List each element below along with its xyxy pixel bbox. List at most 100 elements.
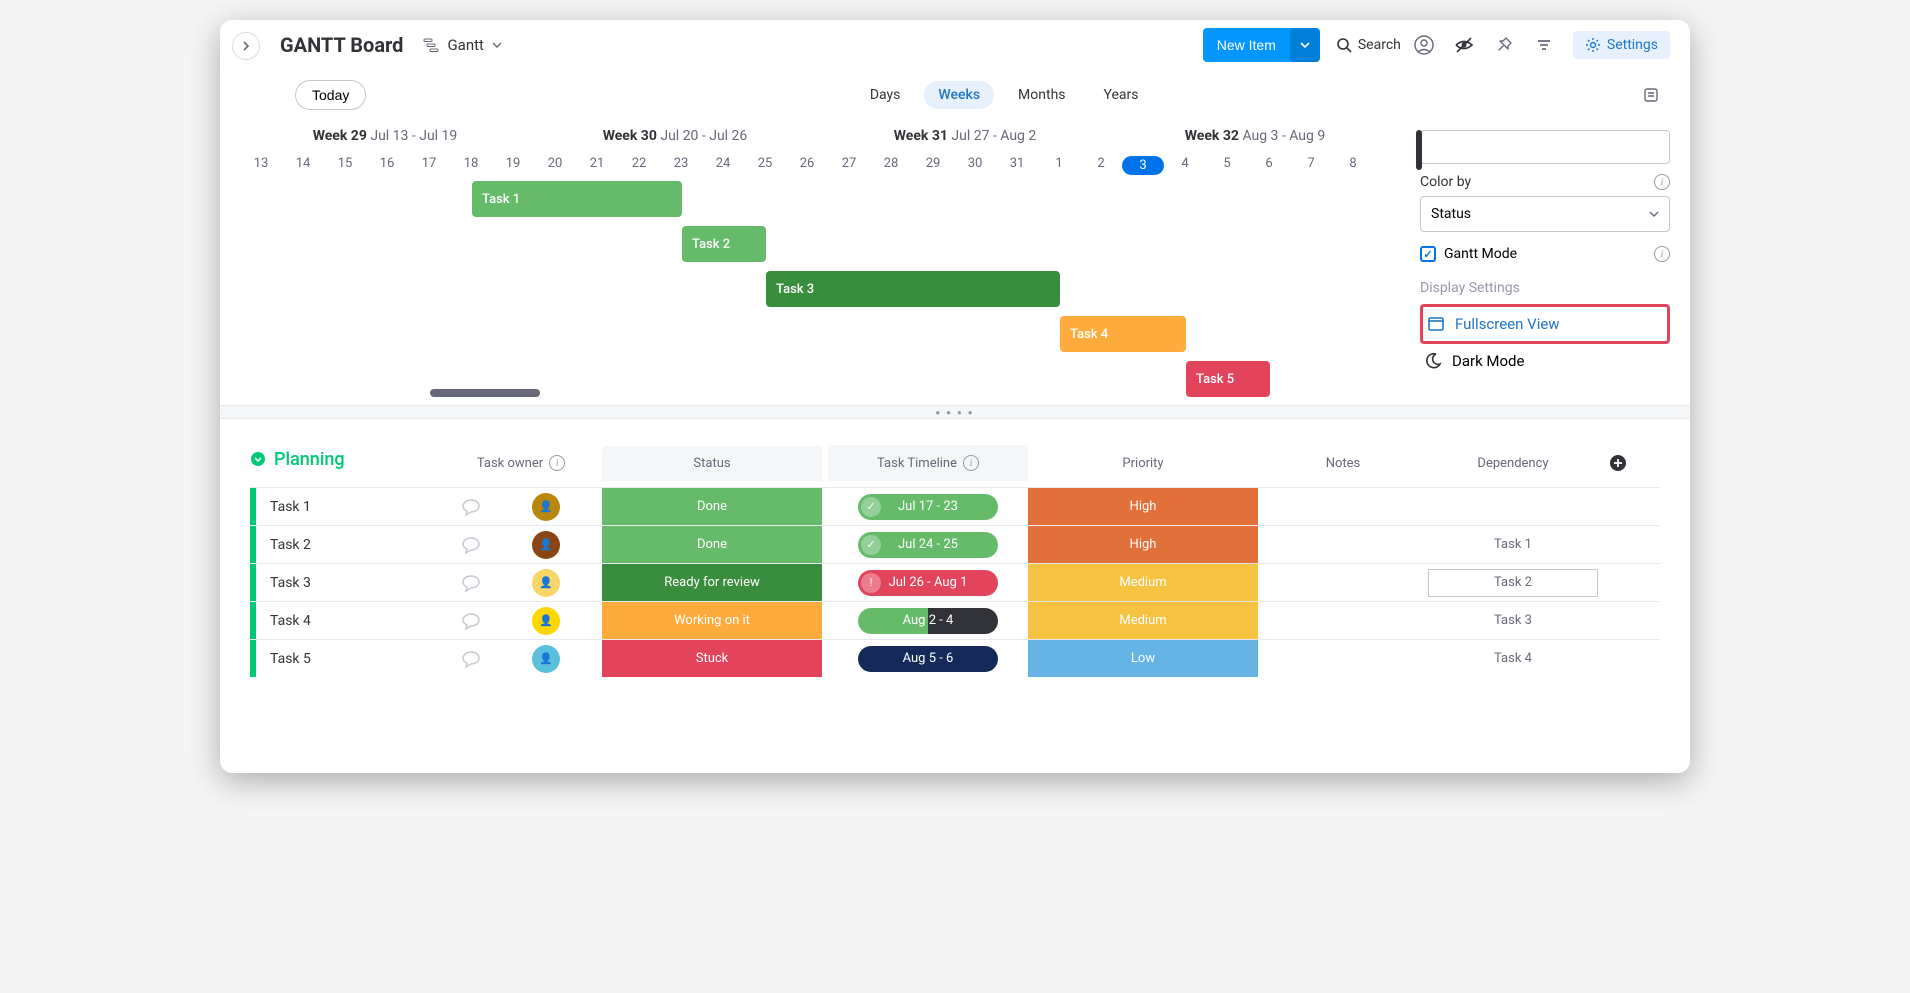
- comment-button[interactable]: [446, 572, 496, 594]
- status-cell[interactable]: Done: [602, 488, 822, 525]
- day-cell[interactable]: 4: [1164, 156, 1206, 175]
- col-timeline[interactable]: Task Timelinei: [828, 445, 1028, 481]
- col-status[interactable]: Status: [602, 446, 822, 481]
- dependency-cell[interactable]: Task 4: [1428, 651, 1598, 666]
- task-name[interactable]: Task 5: [256, 651, 446, 667]
- task-name[interactable]: Task 4: [256, 613, 446, 629]
- view-switcher[interactable]: Gantt: [423, 36, 501, 54]
- task-name[interactable]: Task 2: [256, 537, 446, 553]
- timeline-pill[interactable]: ✓Jul 24 - 25: [858, 532, 998, 558]
- horizontal-scrollbar[interactable]: [430, 389, 540, 397]
- owner-cell[interactable]: 👤: [496, 569, 596, 597]
- new-item-button[interactable]: New Item: [1203, 28, 1320, 62]
- expand-button[interactable]: [232, 32, 260, 60]
- task-name[interactable]: Task 1: [256, 499, 446, 515]
- owner-cell[interactable]: 👤: [496, 607, 596, 635]
- fullscreen-option[interactable]: Fullscreen View: [1420, 304, 1670, 344]
- owner-cell[interactable]: 👤: [496, 531, 596, 559]
- scale-tab-days[interactable]: Days: [856, 81, 915, 109]
- priority-cell[interactable]: Low: [1028, 640, 1258, 677]
- status-cell[interactable]: Stuck: [602, 640, 822, 677]
- timeline-cell[interactable]: ✓Jul 17 - 23: [828, 494, 1028, 520]
- today-button[interactable]: Today: [295, 80, 366, 110]
- owner-cell[interactable]: 👤: [496, 645, 596, 673]
- timeline-pill[interactable]: !Jul 26 - Aug 1: [858, 570, 998, 596]
- dark-mode-option[interactable]: Dark Mode: [1420, 344, 1670, 378]
- comment-button[interactable]: [446, 534, 496, 556]
- scale-tab-weeks[interactable]: Weeks: [924, 81, 994, 109]
- day-cell[interactable]: 24: [702, 156, 744, 175]
- day-cell[interactable]: 20: [534, 156, 576, 175]
- day-cell[interactable]: 17: [408, 156, 450, 175]
- day-cell[interactable]: 2: [1080, 156, 1122, 175]
- day-cell[interactable]: 16: [366, 156, 408, 175]
- col-owner[interactable]: Task owneri: [446, 455, 596, 471]
- gantt-bar[interactable]: Task 1: [472, 181, 682, 217]
- export-button[interactable]: [1642, 86, 1660, 104]
- timeline-cell[interactable]: !Jul 26 - Aug 1: [828, 570, 1028, 596]
- priority-cell[interactable]: High: [1028, 526, 1258, 563]
- timeline-pill[interactable]: Aug 5 - 6: [858, 646, 998, 672]
- priority-cell[interactable]: Medium: [1028, 602, 1258, 639]
- col-notes[interactable]: Notes: [1258, 456, 1428, 471]
- gantt-bar[interactable]: Task 3: [766, 271, 1060, 307]
- user-button[interactable]: [1407, 28, 1441, 62]
- search-button[interactable]: Search: [1336, 37, 1401, 53]
- day-cell[interactable]: 18: [450, 156, 492, 175]
- scale-tab-years[interactable]: Years: [1090, 81, 1153, 109]
- priority-cell[interactable]: High: [1028, 488, 1258, 525]
- day-cell[interactable]: 28: [870, 156, 912, 175]
- col-dependency[interactable]: Dependency: [1428, 456, 1598, 471]
- filter-button[interactable]: [1527, 28, 1561, 62]
- day-cell[interactable]: 27: [828, 156, 870, 175]
- splitter-handle[interactable]: ● ● ● ●: [220, 405, 1690, 419]
- table-row[interactable]: Task 2 👤Done ✓Jul 24 - 25 High Task 1: [250, 525, 1660, 563]
- scale-tab-months[interactable]: Months: [1004, 81, 1079, 109]
- day-cell[interactable]: 13: [240, 156, 282, 175]
- priority-cell[interactable]: Medium: [1028, 564, 1258, 601]
- status-cell[interactable]: Ready for review: [602, 564, 822, 601]
- day-cell[interactable]: 8: [1332, 156, 1374, 175]
- gantt-rows[interactable]: Task 1Task 2Task 3Task 4Task 5: [220, 175, 1420, 405]
- comment-button[interactable]: [446, 610, 496, 632]
- day-cell[interactable]: 25: [744, 156, 786, 175]
- new-item-dropdown[interactable]: [1290, 28, 1320, 62]
- gantt-bar[interactable]: Task 4: [1060, 316, 1186, 352]
- status-cell[interactable]: Done: [602, 526, 822, 563]
- task-name[interactable]: Task 3: [256, 575, 446, 591]
- comment-button[interactable]: [446, 648, 496, 670]
- gantt-bar[interactable]: Task 5: [1186, 361, 1270, 397]
- day-cell[interactable]: 15: [324, 156, 366, 175]
- day-cell[interactable]: 21: [576, 156, 618, 175]
- gantt-mode-toggle[interactable]: ✓ Gantt Mode i: [1420, 246, 1670, 262]
- add-column-button[interactable]: [1598, 454, 1638, 472]
- day-cell[interactable]: 30: [954, 156, 996, 175]
- dependency-cell[interactable]: Task 1: [1428, 537, 1598, 552]
- day-cell[interactable]: 23: [660, 156, 702, 175]
- table-row[interactable]: Task 1👤Done✓Jul 17 - 23High: [250, 487, 1660, 525]
- info-icon[interactable]: i: [1654, 246, 1670, 262]
- timeline-cell[interactable]: Aug 2 - 4: [828, 608, 1028, 634]
- table-row[interactable]: Task 4 👤Working on it Aug 2 - 4 Medium Task …: [250, 601, 1660, 639]
- day-cell[interactable]: 5: [1206, 156, 1248, 175]
- timeline-cell[interactable]: ✓Jul 24 - 25: [828, 532, 1028, 558]
- day-cell[interactable]: 26: [786, 156, 828, 175]
- group-header[interactable]: Planning: [250, 449, 446, 470]
- day-cell[interactable]: 7: [1290, 156, 1332, 175]
- settings-button[interactable]: Settings: [1573, 31, 1670, 59]
- gantt-bar[interactable]: Task 2: [682, 226, 766, 262]
- table-row[interactable]: Task 5 👤Stuck Aug 5 - 6 Low Task 4: [250, 639, 1660, 677]
- timeline-pill[interactable]: Aug 2 - 4: [858, 608, 998, 634]
- day-cell[interactable]: 3: [1122, 156, 1164, 175]
- visibility-button[interactable]: [1447, 28, 1481, 62]
- status-cell[interactable]: Working on it: [602, 602, 822, 639]
- day-cell[interactable]: 22: [618, 156, 660, 175]
- day-cell[interactable]: 19: [492, 156, 534, 175]
- dependency-cell[interactable]: Task 3: [1428, 613, 1598, 628]
- timeline-pill[interactable]: ✓Jul 17 - 23: [858, 494, 998, 520]
- day-cell[interactable]: 31: [996, 156, 1038, 175]
- day-cell[interactable]: 14: [282, 156, 324, 175]
- day-cell[interactable]: 1: [1038, 156, 1080, 175]
- comment-button[interactable]: [446, 496, 496, 518]
- panel-resize-handle[interactable]: [1416, 130, 1422, 170]
